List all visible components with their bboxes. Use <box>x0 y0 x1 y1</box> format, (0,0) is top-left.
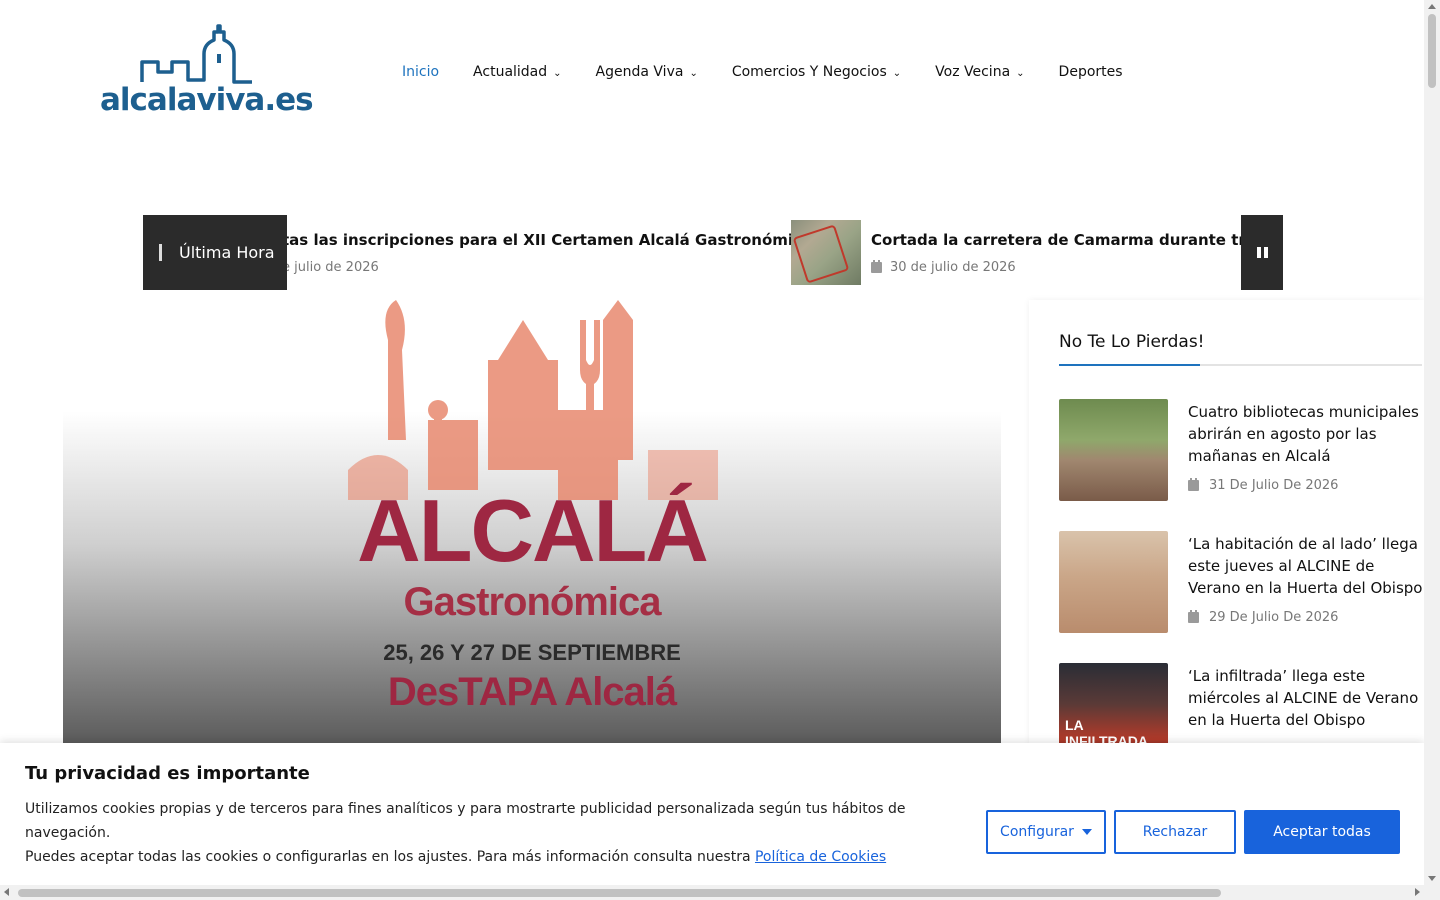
chevron-down-icon: ⌄ <box>689 67 698 79</box>
cookie-policy-link[interactable]: Política de Cookies <box>755 849 886 865</box>
hero-subtitle: Gastronómica <box>403 580 662 624</box>
nav-label: Deportes <box>1058 64 1123 80</box>
post-title[interactable]: ‘La infiltrada’ llega este miércoles al … <box>1188 665 1424 731</box>
sidebar-title-underline <box>1059 364 1422 366</box>
sidebar-post[interactable]: ‘La habitación de al lado’ llega este ju… <box>1059 531 1424 633</box>
post-thumbnail[interactable] <box>1059 531 1168 633</box>
caret-down-icon <box>1081 829 1092 835</box>
horizontal-scrollbar[interactable] <box>0 885 1424 900</box>
ticker-item-title[interactable]: Cortada la carretera de Camarma durante … <box>871 231 1241 249</box>
nav-label: Voz Vecina <box>935 64 1011 80</box>
vertical-scrollbar[interactable] <box>1424 0 1440 885</box>
cookie-text-line1: Utilizamos cookies propias y de terceros… <box>25 801 906 841</box>
cookie-title: Tu privacidad es importante <box>25 763 310 784</box>
reject-button[interactable]: Rechazar <box>1114 810 1236 854</box>
accept-all-button[interactable]: Aceptar todas <box>1244 810 1400 854</box>
ticker-item-date: 30 de julio de 2026 <box>871 260 1016 275</box>
ticker-date-text: 30 de julio de 2026 <box>890 260 1016 275</box>
nav-label: Comercios Y Negocios <box>731 64 887 80</box>
post-title[interactable]: ‘La habitación de al lado’ llega este ju… <box>1188 533 1424 599</box>
ticker-pause-button[interactable] <box>1241 215 1283 290</box>
post-date-text: 29 De Julio De 2026 <box>1209 610 1339 625</box>
site-logo[interactable]: alcalaviva.es <box>100 24 314 124</box>
nav-deportes[interactable]: Deportes <box>1047 64 1135 80</box>
breaking-news-ticker: Última Hora tas las inscripciones para e… <box>143 215 1283 290</box>
chevron-down-icon: ⌄ <box>892 67 902 79</box>
calendar-icon <box>1188 610 1199 623</box>
cookie-text: Utilizamos cookies propias y de terceros… <box>25 797 925 869</box>
cookie-banner: Tu privacidad es importante Utilizamos c… <box>0 743 1424 885</box>
hero-tagline: DesTAPA Alcalá <box>387 670 677 714</box>
scrollbar-corner <box>1424 885 1440 900</box>
sidebar-post[interactable]: Cuatro bibliotecas municipales abrirán e… <box>1059 399 1422 501</box>
chevron-down-icon: ⌄ <box>1016 67 1025 79</box>
post-date: 31 De Julio De 2026 <box>1188 478 1338 493</box>
ticker-marker <box>159 244 162 261</box>
scroll-left-icon[interactable] <box>4 888 9 896</box>
nav-label: Inicio <box>402 64 440 80</box>
hero-dates: 25, 26 Y 27 DE SEPTIEMBRE <box>383 640 681 665</box>
hero-title: ALCALÁ <box>357 481 709 580</box>
configure-label: Configurar <box>1000 824 1074 840</box>
main-nav: Inicio Actualidad ⌄ Agenda Viva ⌄ Comercio… <box>390 64 1135 80</box>
vertical-scroll-thumb[interactable] <box>1428 14 1436 88</box>
ticker-track: tas las inscripciones para el XII Certam… <box>287 215 1241 290</box>
calendar-icon <box>871 260 882 273</box>
sidebar-dont-miss: No Te Lo Pierdas! Cuatro bibliotecas mun… <box>1029 300 1424 765</box>
nav-voz-vecina[interactable]: Voz Vecina ⌄ <box>923 64 1036 80</box>
nav-actualidad[interactable]: Actualidad ⌄ <box>461 64 574 80</box>
sidebar-title: No Te Lo Pierdas! <box>1059 332 1205 352</box>
post-date-text: 31 De Julio De 2026 <box>1209 478 1339 493</box>
cookie-text-line2: Puedes aceptar todas las cookies o confi… <box>25 845 925 869</box>
nav-agenda-viva[interactable]: Agenda Viva ⌄ <box>584 64 710 80</box>
pause-icon <box>1256 247 1268 258</box>
ticker-label: Última Hora <box>143 215 287 290</box>
ticker-item[interactable]: Cortada la carretera de Camarma durante … <box>287 215 1241 290</box>
cookie-text-line2-body: Puedes aceptar todas las cookies o confi… <box>25 849 751 865</box>
nav-label: Agenda Viva <box>595 64 684 80</box>
ticker-label-text: Última Hora <box>179 243 275 262</box>
post-thumbnail[interactable] <box>1059 399 1168 501</box>
scroll-up-icon[interactable] <box>1428 4 1436 9</box>
scroll-down-icon[interactable] <box>1428 876 1436 881</box>
configure-button[interactable]: Configurar <box>986 810 1106 854</box>
town-skyline-icon <box>140 24 252 84</box>
chevron-down-icon: ⌄ <box>553 67 562 79</box>
nav-label: Actualidad <box>473 64 548 80</box>
nav-comercios[interactable]: Comercios Y Negocios ⌄ <box>720 64 913 80</box>
ticker-thumbnail[interactable] <box>791 220 861 285</box>
post-title[interactable]: Cuatro bibliotecas municipales abrirán e… <box>1188 401 1424 467</box>
horizontal-scroll-thumb[interactable] <box>18 889 1221 897</box>
calendar-icon <box>1188 478 1199 491</box>
nav-inicio[interactable]: Inicio <box>390 64 451 80</box>
scroll-right-icon[interactable] <box>1415 888 1420 896</box>
logo-text: alcalaviva.es <box>100 82 314 118</box>
featured-article-image[interactable]: ALCALÁ Gastronómica 25, 26 Y 27 DE SEPTI… <box>63 300 1001 745</box>
post-date: 29 De Julio De 2026 <box>1188 610 1338 625</box>
